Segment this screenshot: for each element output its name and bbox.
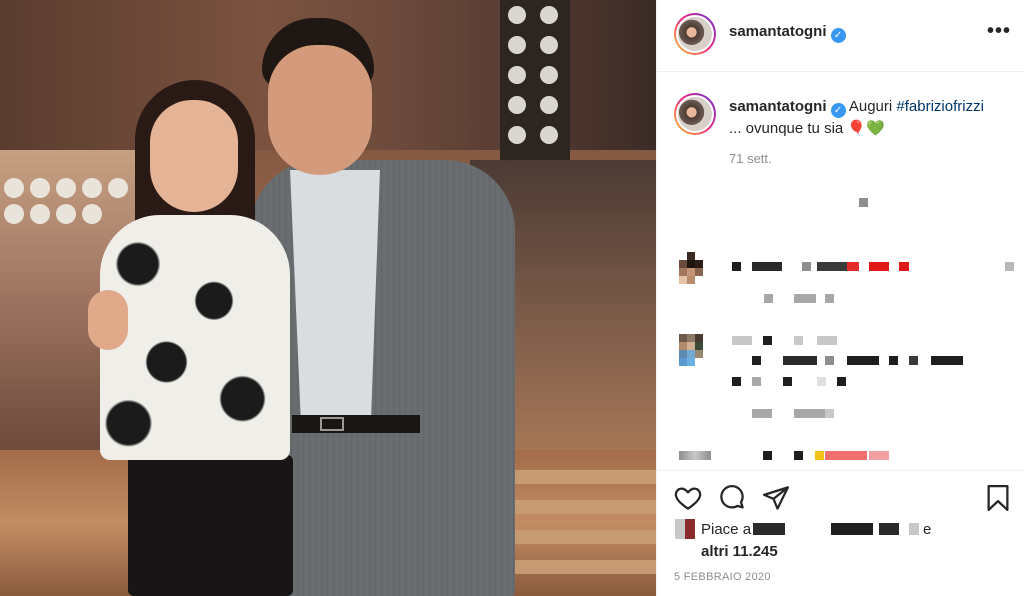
likes-connector: e (923, 521, 932, 538)
photo-man-face (268, 45, 372, 175)
liker-avatar[interactable] (675, 519, 695, 539)
photo-man-belt (292, 415, 420, 433)
post-time-ago[interactable]: 71 sett. (729, 151, 772, 166)
heart-icon[interactable] (673, 483, 703, 513)
photo-woman-top (100, 215, 290, 460)
post-actions: Piace a e altri 11.245 5 FEBBRAIO 2020 (657, 470, 1024, 596)
photo-hand (88, 290, 128, 350)
caption-avatar[interactable] (674, 93, 716, 135)
bookmark-icon[interactable] (983, 483, 1013, 513)
post-sidebar: samantatogni ✓ ••• samantatogni ✓ Auguri #… (656, 0, 1024, 596)
header-username-link[interactable]: samantatogni ✓ (729, 23, 846, 43)
avatar[interactable] (674, 13, 716, 55)
caption-text: Auguri (848, 98, 897, 115)
likes-prefix: Piace a (701, 521, 752, 538)
caption-username-link[interactable]: samantatogni (729, 98, 827, 115)
post-date[interactable]: 5 FEBBRAIO 2020 (674, 571, 771, 583)
more-icon[interactable]: ••• (987, 20, 1011, 43)
post-photo[interactable] (0, 0, 656, 596)
verified-badge-icon: ✓ (830, 28, 846, 43)
likes-count-link[interactable]: altri 11.245 (701, 543, 778, 560)
photo-stage-lights (0, 176, 140, 226)
caption-emoji: 🎈💚 (847, 120, 885, 137)
photo-woman-face (150, 100, 238, 212)
share-icon[interactable] (761, 483, 791, 513)
photo-light-tower (500, 0, 570, 170)
post-header: samantatogni ✓ ••• (657, 0, 1024, 72)
comment-icon[interactable] (717, 483, 747, 513)
comment-avatar[interactable] (679, 252, 711, 284)
likes-summary: Piace a (701, 521, 751, 538)
hashtag-link[interactable]: #fabriziofrizzi (896, 98, 984, 115)
photo-man-belt-buckle (320, 417, 344, 431)
comment-avatar[interactable] (679, 334, 711, 366)
photo-man-shirt (290, 170, 380, 420)
post-caption: samantatogni ✓ Auguri #fabriziofrizzi ...… (729, 96, 1011, 139)
username-text: samantatogni (729, 23, 827, 40)
verified-badge-icon: ✓ (830, 103, 846, 118)
photo-woman-pants (128, 455, 293, 596)
caption-text-continued: ... ovunque tu sia (729, 120, 844, 137)
